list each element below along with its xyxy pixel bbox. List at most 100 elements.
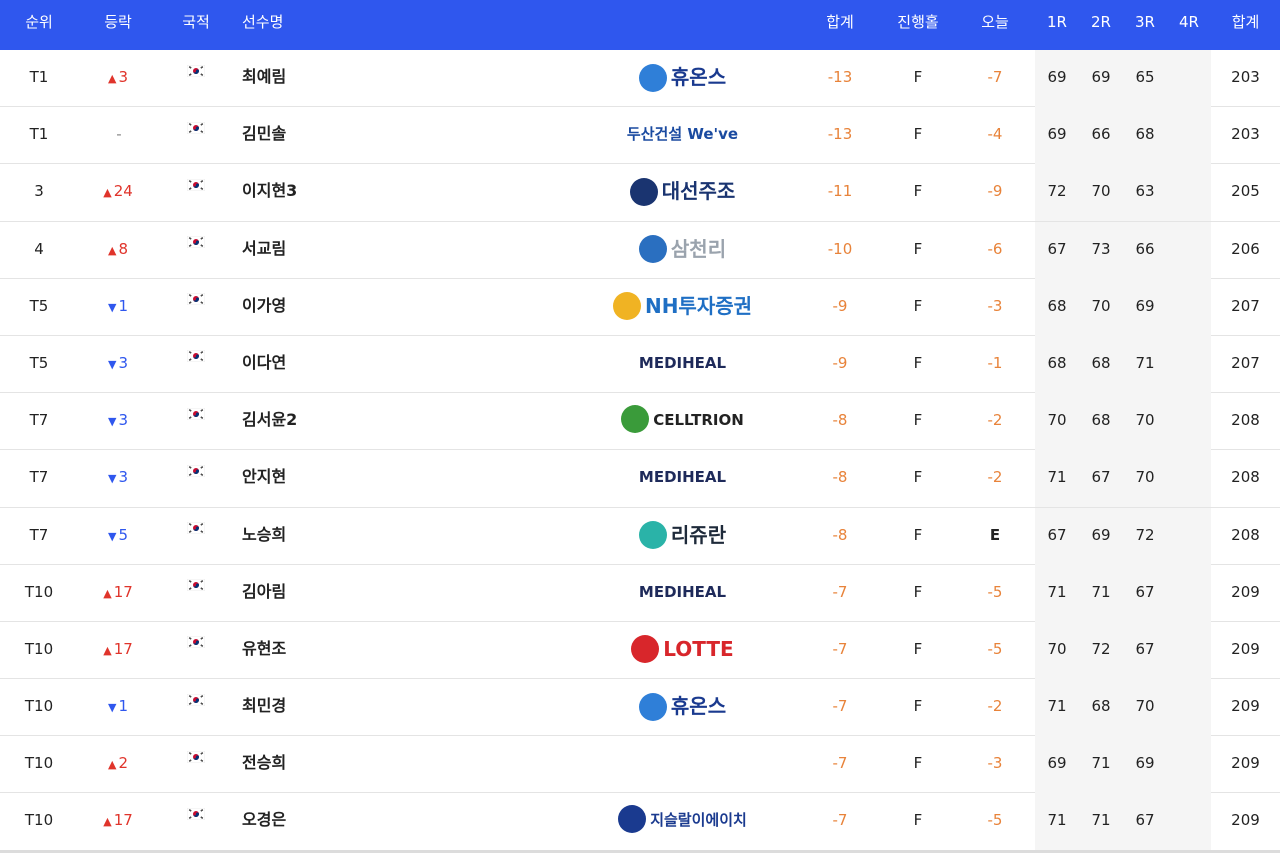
round1-score: 68 (1047, 353, 1067, 372)
nation-cell (158, 679, 234, 736)
up-arrow-icon: ▲ (103, 643, 112, 657)
player-name[interactable]: 김아림 (242, 582, 286, 601)
player-name-cell[interactable]: 안지현 (242, 450, 442, 507)
rank-value: T1 (29, 68, 49, 86)
table-row[interactable]: T7 ▼ 3 안지현 MEDIHEAL -8 F -2 71 67 70 208 (0, 450, 1280, 508)
table-row[interactable]: 3 ▲ 24 이지현3 대선주조 -11 F -9 72 70 63 205 (0, 164, 1280, 222)
sponsor-cell (580, 736, 785, 793)
player-name[interactable]: 김민솔 (242, 124, 286, 143)
move-value: 24 (113, 182, 133, 201)
sum-score: 207 (1231, 353, 1260, 372)
up-arrow-icon: ▲ (107, 243, 117, 257)
round4-score (1167, 164, 1211, 221)
player-name-cell[interactable]: 유현조 (242, 622, 442, 679)
today-score: -3 (987, 754, 1003, 773)
move-cell: ▲ 3 (78, 50, 158, 107)
player-name-cell[interactable]: 이다연 (242, 336, 442, 393)
sponsor-cell: 휴온스 (580, 679, 785, 736)
table-row[interactable]: 4 ▲ 8 서교림 삼천리 -10 F -6 67 73 66 206 (0, 221, 1280, 279)
round3-score: 70 (1135, 411, 1155, 430)
rank-value: T10 (24, 754, 54, 773)
sponsor-cell: 리쥬란 (580, 508, 785, 565)
header-nation[interactable]: 국적 (158, 0, 234, 50)
player-name-cell[interactable]: 노승희 (242, 508, 442, 565)
move-value: 8 (118, 239, 128, 258)
player-name[interactable]: 노승희 (242, 525, 286, 544)
player-name-cell[interactable]: 전승희 (242, 736, 442, 793)
round4-score (1167, 450, 1211, 507)
player-name-cell[interactable]: 최민경 (242, 679, 442, 736)
move-value: 17 (113, 639, 133, 658)
round1-score: 69 (1047, 754, 1067, 773)
rank-cell: T5 (0, 279, 78, 336)
sponsor-cell: LOTTE (580, 622, 785, 679)
header-total[interactable]: 합계 (800, 0, 880, 50)
table-row[interactable]: T5 ▼ 3 이다연 MEDIHEAL -9 F -1 68 68 71 207 (0, 335, 1280, 394)
table-row[interactable]: T5 ▼ 1 이가영 NH투자증권 -9 F -3 68 70 69 207 (0, 278, 1280, 336)
celltrion-dots-icon (621, 404, 650, 433)
sponsor-cell: MEDIHEAL (580, 565, 785, 622)
round2-score: 70 (1091, 296, 1111, 315)
player-name[interactable]: 이다연 (242, 353, 286, 372)
sponsor-logo: 두산건설 We've (626, 125, 739, 144)
player-name-cell[interactable]: 이지현3 (242, 164, 442, 221)
table-row[interactable]: T10 ▲ 17 유현조 LOTTE -7 F -5 70 72 67 209 (0, 621, 1280, 680)
header-r2[interactable]: 2R (1079, 0, 1123, 50)
nation-cell (158, 50, 234, 107)
table-row[interactable]: T7 ▼ 5 노승희 리쥬란 -8 F E 67 69 72 208 (0, 507, 1280, 565)
player-name-cell[interactable]: 오경은 (242, 793, 442, 850)
player-name-cell[interactable]: 김민솔 (242, 107, 442, 164)
header-today[interactable]: 오늘 (955, 0, 1035, 50)
korea-flag-icon (187, 293, 205, 306)
holes-played: F (913, 811, 923, 830)
table-row[interactable]: T10 ▼ 1 최민경 휴온스 -7 F -2 71 68 70 209 (0, 679, 1280, 737)
player-name-cell[interactable]: 서교림 (242, 222, 442, 279)
table-row[interactable]: T1 ▲ 3 최예림 휴온스 -13 F -7 69 69 65 203 (0, 50, 1280, 108)
sponsor-cell: 대선주조 (580, 164, 785, 221)
player-name-cell[interactable]: 이가영 (242, 279, 442, 336)
sum-score: 208 (1231, 468, 1260, 487)
player-name[interactable]: 김서윤2 (242, 410, 297, 429)
round4-score (1167, 679, 1211, 736)
table-row[interactable]: T1 - 김민솔 두산건설 We've -13 F -4 69 66 68 20… (0, 107, 1280, 165)
header-move[interactable]: 등락 (78, 0, 158, 50)
table-row[interactable]: T10 ▲ 2 전승희 -7 F -3 69 71 69 209 (0, 736, 1280, 794)
today-score: E (989, 525, 1001, 544)
player-name[interactable]: 최예림 (242, 67, 286, 86)
sponsor-cell: 삼천리 (580, 222, 785, 279)
round2-score: 67 (1091, 468, 1111, 487)
header-r1[interactable]: 1R (1035, 0, 1079, 50)
player-name[interactable]: 유현조 (242, 639, 286, 658)
header-holes[interactable]: 진행홀 (878, 0, 958, 50)
player-name[interactable]: 전승희 (242, 753, 286, 772)
table-row[interactable]: T10 ▲ 17 오경은 지슬랄이에이치 -7 F -5 71 71 67 209 (0, 793, 1280, 851)
player-name[interactable]: 이가영 (242, 296, 286, 315)
round2-score: 69 (1091, 68, 1111, 86)
table-row[interactable]: T7 ▼ 3 김서윤2 CELLTRION -8 F -2 70 68 70 20… (0, 393, 1280, 451)
holes-played: F (913, 468, 923, 487)
move-cell: ▲ 17 (78, 793, 158, 850)
table-row[interactable]: T10 ▲ 17 김아림 MEDIHEAL -7 F -5 71 71 67 20… (0, 564, 1280, 622)
player-name-cell[interactable]: 김아림 (242, 565, 442, 622)
total-score: -10 (827, 239, 853, 258)
daesun-badge-icon (629, 177, 658, 206)
player-name[interactable]: 안지현 (242, 467, 286, 486)
player-name-cell[interactable]: 최예림 (242, 50, 442, 107)
player-name[interactable]: 최민경 (242, 696, 286, 715)
header-r4[interactable]: 4R (1167, 0, 1211, 50)
round4-score (1167, 565, 1211, 622)
round2-score: 68 (1091, 697, 1111, 716)
move-cell: ▼ 3 (78, 336, 158, 393)
header-player[interactable]: 선수명 (242, 0, 442, 50)
header-r3[interactable]: 3R (1123, 0, 1167, 50)
nation-cell (158, 622, 234, 679)
total-score: -9 (832, 353, 848, 372)
player-name-cell[interactable]: 김서윤2 (242, 393, 442, 450)
nation-cell (158, 508, 234, 565)
header-sum[interactable]: 합계 (1211, 0, 1280, 50)
player-name[interactable]: 오경은 (242, 810, 286, 829)
header-rank[interactable]: 순위 (0, 0, 78, 50)
player-name[interactable]: 서교림 (242, 239, 286, 258)
round1-score: 72 (1047, 182, 1067, 201)
player-name[interactable]: 이지현3 (242, 181, 297, 200)
